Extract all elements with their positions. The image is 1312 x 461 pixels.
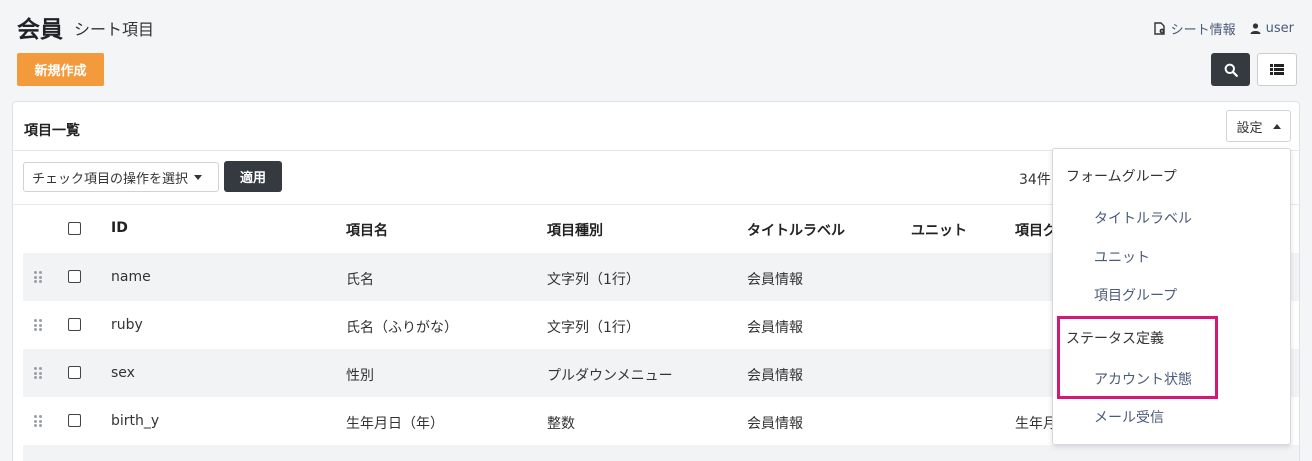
cell-title-label: 会員情報 — [747, 320, 803, 336]
row-checkbox[interactable] — [68, 366, 81, 379]
drag-handle-icon[interactable] — [34, 271, 42, 283]
cell-name: 生年月日（年） — [346, 416, 444, 432]
user-label: user — [1265, 21, 1294, 36]
cell-type: 整数 — [547, 416, 575, 432]
cell-group: 生年月 — [1015, 416, 1057, 432]
cell-id: sex — [111, 365, 135, 381]
bulk-action-select[interactable]: チェック項目の操作を選択 — [23, 162, 219, 192]
drag-handle-icon[interactable] — [34, 367, 42, 379]
page-subtitle: シート項目 — [74, 20, 155, 39]
menu-item-mail-receive[interactable]: メール受信 — [1094, 407, 1164, 427]
new-button[interactable]: 新規作成 — [17, 53, 104, 86]
cell-id: ruby — [111, 317, 143, 333]
menu-item-unit[interactable]: ユニット — [1094, 247, 1150, 267]
list-view-button[interactable] — [1257, 53, 1297, 86]
column-header-name[interactable]: 項目名 — [346, 220, 388, 240]
sheet-info-label: シート情報 — [1170, 23, 1236, 38]
cell-id: name — [111, 269, 151, 285]
caret-up-icon — [1272, 123, 1281, 129]
drag-handle-icon[interactable] — [34, 319, 42, 331]
list-icon — [1270, 64, 1284, 75]
cell-title-label: 会員情報 — [747, 368, 803, 384]
cell-type: 文字列（1行） — [547, 272, 640, 288]
table-row — [23, 445, 1299, 461]
column-header-type[interactable]: 項目種別 — [547, 220, 603, 240]
column-header-title-label[interactable]: タイトルラベル — [747, 220, 845, 240]
cell-title-label: 会員情報 — [747, 416, 803, 432]
row-checkbox[interactable] — [68, 414, 81, 427]
cell-title-label: 会員情報 — [747, 272, 803, 288]
row-checkbox[interactable] — [68, 318, 81, 331]
document-info-icon — [1153, 22, 1165, 35]
cell-name: 氏名（ふりがな） — [346, 320, 458, 336]
search-icon — [1224, 63, 1238, 77]
item-count: 34件 — [1019, 172, 1051, 188]
menu-item-group[interactable]: 項目グループ — [1094, 285, 1177, 305]
cell-type: プルダウンメニュー — [547, 368, 673, 384]
menu-item-title-label[interactable]: タイトルラベル — [1094, 208, 1192, 228]
cell-type: 文字列（1行） — [547, 320, 640, 336]
highlight-box — [1057, 316, 1218, 399]
cell-id: birth_y — [111, 413, 160, 429]
bulk-action-label: チェック項目の操作を選択 — [32, 171, 189, 187]
settings-dropdown-button[interactable]: 設定 — [1226, 110, 1291, 142]
apply-button[interactable]: 適用 — [224, 161, 282, 192]
header-links: シート情報 user — [1140, 19, 1294, 38]
cell-name: 氏名 — [346, 272, 374, 288]
caret-down-icon — [194, 174, 203, 180]
column-header-id[interactable]: ID — [111, 220, 128, 236]
column-header-group[interactable]: 項目グ — [1015, 220, 1057, 240]
user-link[interactable]: user — [1250, 21, 1294, 36]
sheet-info-link[interactable]: シート情報 — [1153, 19, 1236, 38]
cell-name: 性別 — [346, 368, 374, 384]
select-all-checkbox[interactable] — [68, 222, 81, 235]
card-title: 項目一覧 — [24, 123, 80, 139]
row-checkbox[interactable] — [68, 270, 81, 283]
page-title: 会員 — [17, 17, 63, 43]
search-button[interactable] — [1211, 53, 1250, 86]
settings-label: 設定 — [1236, 120, 1263, 136]
menu-heading-form-group: フォームグループ — [1066, 169, 1177, 185]
user-icon — [1250, 23, 1261, 34]
column-header-unit[interactable]: ユニット — [911, 220, 967, 240]
drag-handle-icon[interactable] — [34, 415, 42, 427]
